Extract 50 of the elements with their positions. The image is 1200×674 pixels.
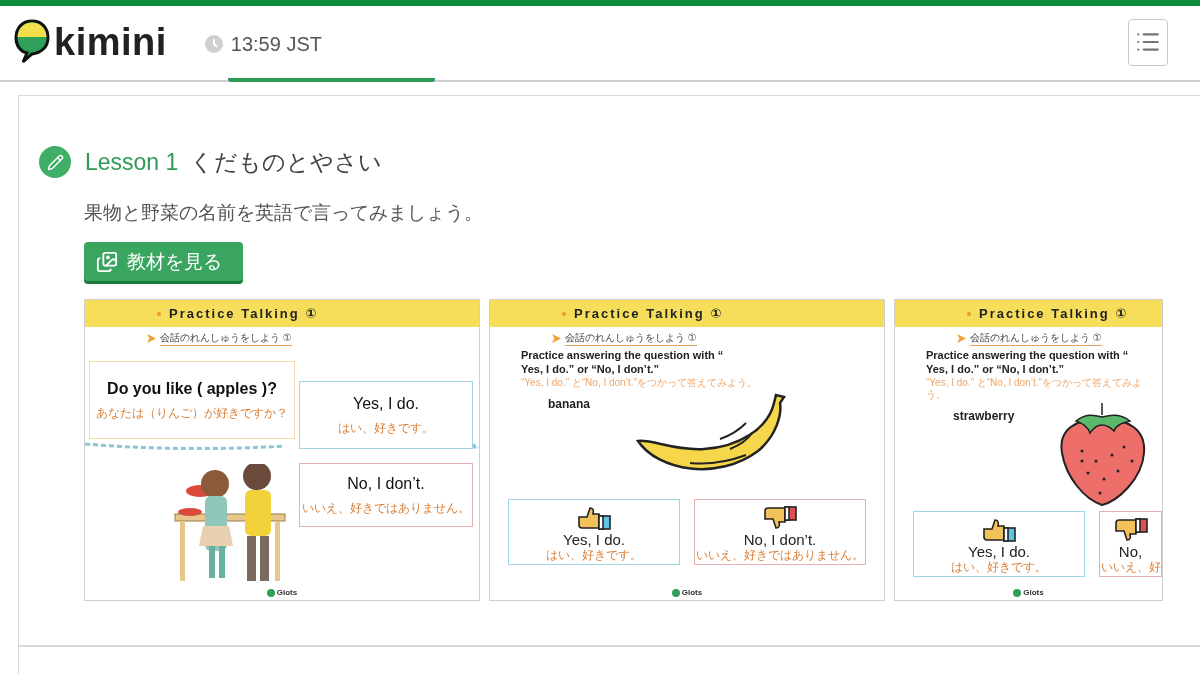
arrow-icon [147,334,156,343]
lesson-description: 果物と野菜の名前を英語で言ってみましょう。 [84,201,484,225]
arrow-icon [957,334,966,343]
vocabulary-word: banana [548,397,590,413]
view-materials-button[interactable]: 教材を見る [84,242,243,281]
vocabulary-word: strawberry [953,409,1015,425]
answer-text: No, I don’t. [347,475,425,493]
brand-name: Glots [1023,588,1044,597]
answer-text: Yes, I do. [968,543,1030,560]
instruction-text: Practice answering the question with “ Yes, I do.” or “No, I don’t.” [926,348,1130,376]
hint-text: “Yes, I do.” と“No, I don’t.”をつかって答えてみよう。 [521,377,758,389]
slide-subheading: 会話のれんしゅうをしよう ① [565,331,697,346]
logo-text: kimini [54,20,167,64]
thumbs-down-icon [1112,517,1149,543]
thumbs-up-icon [576,505,612,531]
menu-button[interactable] [1128,18,1168,66]
lesson-title: くだものとやさい [190,148,383,175]
brand-logo-icon [671,588,680,597]
answer-translation: はい、好きです。 [338,421,434,435]
instruction-text: Practice answering the question with “ Yes, I do.” or “No, I don’t.” [521,348,725,376]
slide-subheading: 会話のれんしゅうをしよう ① [160,331,292,346]
image-icon [96,250,118,273]
question-text: Do you like ( apples )? [107,380,277,398]
slide-heading: Practice Talking ① [169,306,319,321]
answer-translation: いいえ、好きではありません。 [696,548,864,562]
answer-translation: はい、好きです。 [951,560,1047,574]
slide-subheading: 会話のれんしゅうをしよう ① [970,331,1102,346]
answer-translation: いいえ、好 [1100,560,1161,574]
thumbs-up-icon [981,517,1017,543]
answer-translation: いいえ、好きではありません。 [302,501,470,515]
arrow-icon [552,334,561,343]
answer-translation: はい、好きです。 [546,548,642,562]
question-translation: あなたは（りんご）が好きですか？ [96,406,288,420]
answer-text: Yes, I do. [352,395,420,413]
slide-heading: Practice Talking ① [574,306,724,321]
lesson-number: Lesson 1 [85,148,179,175]
pencil-icon [39,146,71,178]
answer-text: No, I don’t. [743,531,817,548]
brand-logo-icon [1013,588,1022,597]
brand-name: Glots [276,588,298,597]
time-text: 13:59 JST [230,32,322,56]
answer-text: Yes, I do. [563,531,625,548]
slide-heading: Practice Talking ① [979,306,1129,321]
logo-icon [14,19,50,65]
thumbs-down-icon [762,505,798,531]
clock-icon [204,35,223,53]
answer-text: No, [1118,543,1143,560]
brand-logo-icon [266,588,275,597]
brand-name: Glots [681,588,703,597]
hint-text: “Yes, I do.” と“No, I don’t.”をつかって答えてみよう。 [926,377,1143,401]
